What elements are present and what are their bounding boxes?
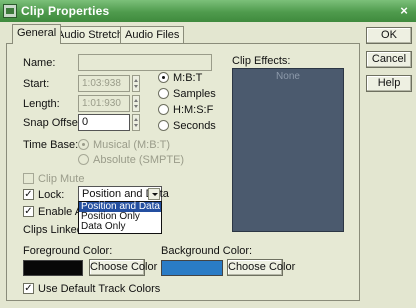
tab-label: Audio Files xyxy=(125,29,180,41)
lock-mode-dropdown: Position and Data Position Only Data Onl… xyxy=(78,201,162,234)
start-spinner[interactable] xyxy=(132,75,140,92)
clip-properties-dialog: Clip Properties × General Audio Stretchi… xyxy=(0,0,416,308)
chevron-down-icon[interactable] xyxy=(148,188,160,200)
radio-absolute[interactable]: Absolute (SMPTE) xyxy=(78,154,184,166)
radio-mbt[interactable]: M:B:T xyxy=(158,72,202,84)
lock-mode-select[interactable]: Position and Data xyxy=(78,186,169,202)
checkmark-icon: ✓ xyxy=(23,189,34,200)
name-field[interactable] xyxy=(78,54,212,71)
checkmark-icon: ✓ xyxy=(23,206,34,217)
length-field[interactable]: 1:01:930 xyxy=(78,95,130,112)
use-default-colors-checkbox[interactable]: ✓ Use Default Track Colors xyxy=(23,283,160,295)
title-bar[interactable]: Clip Properties × xyxy=(0,0,416,22)
snap-offset-field[interactable]: 0 xyxy=(78,114,130,131)
radio-indicator xyxy=(158,120,169,131)
start-label: Start: xyxy=(23,78,50,90)
clip-effects-empty-text: None xyxy=(276,71,300,82)
radio-indicator xyxy=(78,139,89,150)
radio-label: H:M:S:F xyxy=(173,104,214,116)
lock-checkbox[interactable]: ✓ Lock: xyxy=(23,189,64,201)
start-field[interactable]: 1:03:938 xyxy=(78,75,130,92)
choose-foreground-color-button[interactable]: Choose Color xyxy=(89,259,157,276)
radio-label: M:B:T xyxy=(173,72,203,84)
tab-general[interactable]: General xyxy=(12,24,62,44)
radio-label: Musical (M:B:T) xyxy=(93,139,170,151)
foreground-color-label: Foreground Color: xyxy=(23,245,113,257)
time-base-label: Time Base: xyxy=(23,139,79,151)
help-button[interactable]: Help xyxy=(366,75,412,92)
clip-effects-list[interactable]: None xyxy=(232,68,344,232)
checkbox-label: Clip Mute xyxy=(38,173,85,185)
snap-offset-spinner[interactable] xyxy=(132,114,140,131)
window-icon xyxy=(3,4,17,18)
length-spinner[interactable] xyxy=(132,95,140,112)
radio-indicator xyxy=(78,154,89,165)
tab-label: General xyxy=(17,27,57,39)
checkmark-icon: ✓ xyxy=(23,283,34,294)
background-color-swatch xyxy=(161,260,223,276)
foreground-color-swatch xyxy=(23,260,83,276)
tab-audio-files[interactable]: Audio Files xyxy=(120,26,185,43)
choose-background-color-button[interactable]: Choose Color xyxy=(227,259,295,276)
checkbox-label: Lock: xyxy=(38,189,65,201)
radio-hmsf[interactable]: H:M:S:F xyxy=(158,104,213,116)
radio-label: Samples xyxy=(173,88,216,100)
dropdown-option[interactable]: Data Only xyxy=(79,222,161,232)
radio-indicator xyxy=(158,88,169,99)
close-icon[interactable]: × xyxy=(396,3,412,19)
name-label: Name: xyxy=(23,57,56,69)
cancel-button[interactable]: Cancel xyxy=(366,51,412,68)
radio-musical[interactable]: Musical (M:B:T) xyxy=(78,139,170,151)
radio-label: Seconds xyxy=(173,120,216,132)
radio-indicator xyxy=(158,72,169,83)
clip-effects-label: Clip Effects: xyxy=(232,55,291,67)
length-label: Length: xyxy=(23,98,60,110)
background-color-label: Background Color: xyxy=(161,245,253,257)
window-title: Clip Properties xyxy=(21,4,110,18)
ok-button[interactable]: OK xyxy=(366,27,412,44)
radio-indicator xyxy=(158,104,169,115)
radio-seconds[interactable]: Seconds xyxy=(158,120,216,132)
snap-offset-label: Snap Offset: xyxy=(23,117,84,129)
clip-mute-checkbox[interactable]: Clip Mute xyxy=(23,173,84,185)
radio-samples[interactable]: Samples xyxy=(158,88,216,100)
radio-label: Absolute (SMPTE) xyxy=(93,154,185,166)
checkbox-label: Use Default Track Colors xyxy=(38,283,161,295)
checkbox-box xyxy=(23,173,34,184)
